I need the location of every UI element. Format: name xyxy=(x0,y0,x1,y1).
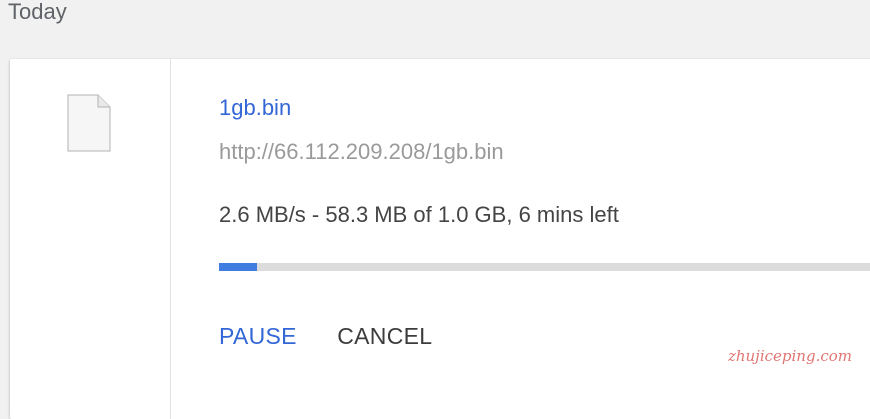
file-icon xyxy=(67,94,111,152)
pause-button[interactable]: PAUSE xyxy=(219,323,297,350)
file-name-link[interactable]: 1gb.bin xyxy=(219,95,291,121)
section-header: Today xyxy=(8,0,67,24)
download-item-card: 1gb.bin http://66.112.209.208/1gb.bin 2.… xyxy=(10,59,870,419)
cancel-button[interactable]: CANCEL xyxy=(337,323,432,350)
download-actions: PAUSE CANCEL xyxy=(219,323,468,350)
download-status: 2.6 MB/s - 58.3 MB of 1.0 GB, 6 mins lef… xyxy=(219,202,619,227)
watermark: zhujiceping.com xyxy=(727,347,852,365)
progress-bar-fill xyxy=(219,263,258,271)
source-url: http://66.112.209.208/1gb.bin xyxy=(219,139,504,164)
progress-bar xyxy=(219,263,870,271)
file-icon-column xyxy=(10,59,171,419)
